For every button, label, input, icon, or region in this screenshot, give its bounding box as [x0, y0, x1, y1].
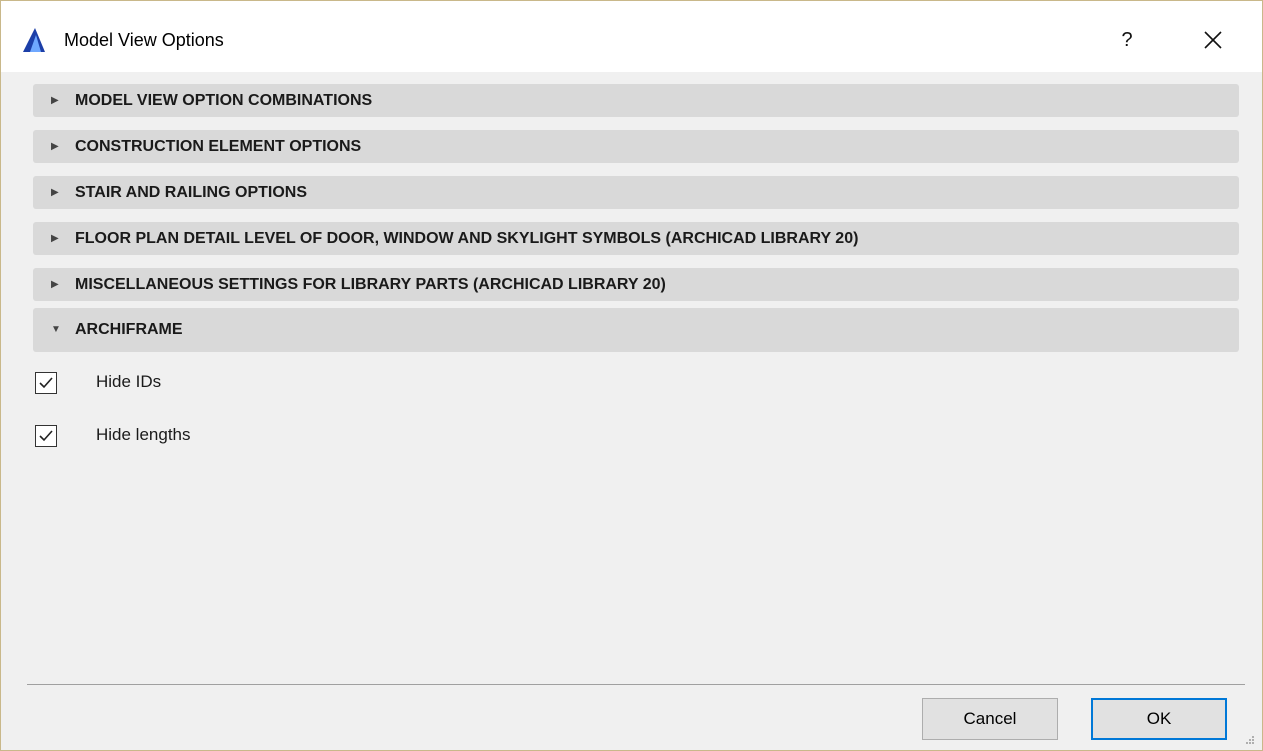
hide-lengths-checkbox[interactable]: [35, 425, 57, 447]
section-label: STAIR AND RAILING OPTIONS: [75, 184, 307, 201]
triangle-right-icon: ▶: [51, 279, 59, 290]
checkmark-icon: [39, 430, 53, 442]
checkmark-icon: [39, 377, 53, 389]
section-archiframe[interactable]: ▼ ARCHIFRAME: [33, 308, 1239, 352]
hide-ids-label: Hide IDs: [96, 372, 162, 391]
close-button[interactable]: [1191, 17, 1235, 63]
archicad-icon: [21, 27, 47, 53]
ok-button[interactable]: OK: [1091, 698, 1227, 740]
triangle-down-icon: ▼: [51, 324, 61, 335]
section-label: MISCELLANEOUS SETTINGS FOR LIBRARY PARTS…: [75, 276, 666, 293]
cancel-button[interactable]: Cancel: [922, 698, 1058, 740]
section-construction-element-options[interactable]: ▶ CONSTRUCTION ELEMENT OPTIONS: [33, 130, 1239, 163]
model-view-options-dialog: Model View Options ? ▶ MODEL VIEW OPTION…: [0, 0, 1263, 751]
section-label: CONSTRUCTION ELEMENT OPTIONS: [75, 138, 362, 155]
section-stair-and-railing-options[interactable]: ▶ STAIR AND RAILING OPTIONS: [33, 176, 1239, 209]
window-title: Model View Options: [64, 30, 224, 50]
triangle-right-icon: ▶: [51, 187, 59, 198]
section-label: ARCHIFRAME: [75, 321, 183, 338]
triangle-right-icon: ▶: [51, 233, 59, 244]
hide-lengths-label: Hide lengths: [96, 425, 191, 444]
section-floor-plan-detail-level[interactable]: ▶ FLOOR PLAN DETAIL LEVEL OF DOOR, WINDO…: [33, 222, 1239, 255]
title-bar: Model View Options ?: [1, 1, 1262, 72]
section-model-view-option-combinations[interactable]: ▶ MODEL VIEW OPTION COMBINATIONS: [33, 84, 1239, 117]
section-label: FLOOR PLAN DETAIL LEVEL OF DOOR, WINDOW …: [75, 230, 859, 247]
triangle-right-icon: ▶: [51, 141, 59, 152]
footer-divider: [27, 684, 1245, 685]
hide-ids-checkbox[interactable]: [35, 372, 57, 394]
triangle-right-icon: ▶: [51, 95, 59, 106]
resize-grip-icon[interactable]: [1243, 733, 1257, 747]
section-label: MODEL VIEW OPTION COMBINATIONS: [75, 92, 373, 109]
help-button[interactable]: ?: [1105, 17, 1149, 63]
close-icon: [1204, 31, 1222, 49]
section-miscellaneous-settings[interactable]: ▶ MISCELLANEOUS SETTINGS FOR LIBRARY PAR…: [33, 268, 1239, 301]
